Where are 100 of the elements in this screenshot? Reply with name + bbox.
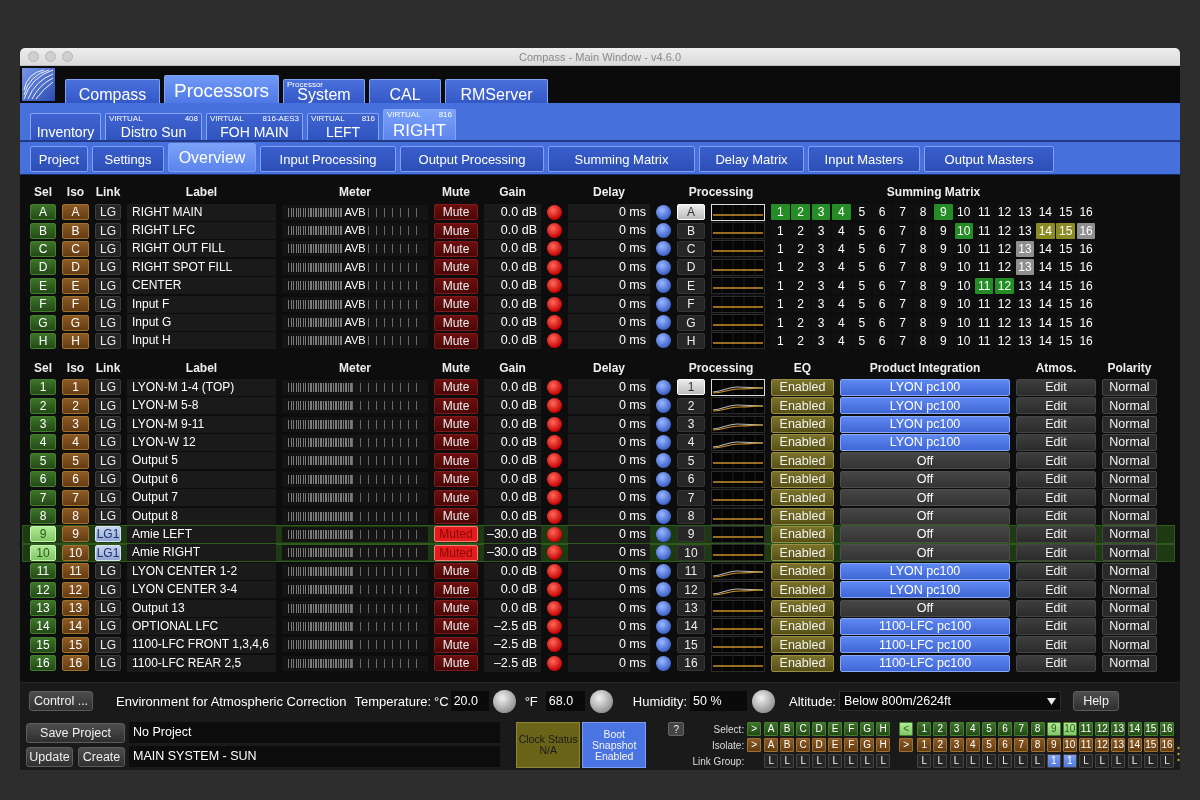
quick-output-button[interactable]: 2 xyxy=(933,738,948,752)
delay-field[interactable]: 0 ms xyxy=(568,277,650,295)
eq-button[interactable]: Enabled xyxy=(771,452,834,470)
quick-output-button[interactable]: 10 xyxy=(1062,722,1077,736)
quick-output-button[interactable]: 1 xyxy=(1046,754,1061,768)
isolate-button[interactable]: 5 xyxy=(62,452,89,469)
polarity-button[interactable]: Normal xyxy=(1102,397,1157,415)
update-button[interactable]: Update xyxy=(26,746,73,767)
gain-field[interactable]: 0.0 dB xyxy=(484,203,541,221)
isolate-button[interactable]: 12 xyxy=(62,581,89,598)
integration-button[interactable]: Off xyxy=(840,470,1010,488)
quick-input-button[interactable]: L xyxy=(860,754,875,768)
quick-input-button[interactable]: F xyxy=(844,738,859,752)
mute-button[interactable]: Mute xyxy=(434,636,478,653)
isolate-button[interactable]: 10 xyxy=(62,544,89,561)
quick-output-button[interactable]: 1 xyxy=(1062,754,1077,768)
quick-help-button[interactable]: ? xyxy=(668,722,685,736)
quick-input-button[interactable]: L xyxy=(780,754,795,768)
processing-button[interactable]: 2 xyxy=(677,397,705,414)
main-tab[interactable]: CAL xyxy=(369,79,441,103)
link-group-button[interactable]: LG xyxy=(95,204,121,221)
quick-toggle-button[interactable]: > xyxy=(899,738,914,752)
delay-field[interactable]: 0 ms xyxy=(568,636,650,654)
select-button[interactable]: 13 xyxy=(30,600,56,616)
delay-field[interactable]: 0 ms xyxy=(568,525,650,543)
integration-button[interactable]: 1100-LFC pc100 xyxy=(840,654,1010,672)
matrix-toggle[interactable]: 12 xyxy=(995,277,1014,294)
eq-button[interactable]: Enabled xyxy=(771,562,834,580)
atmos-edit-button[interactable]: Edit xyxy=(1016,378,1096,396)
atmos-edit-button[interactable]: Edit xyxy=(1016,397,1096,415)
quick-input-button[interactable]: A xyxy=(764,722,779,736)
link-group-button[interactable]: LG1 xyxy=(95,526,121,543)
quick-input-button[interactable]: G xyxy=(860,738,875,752)
link-group-button[interactable]: LG xyxy=(95,508,121,525)
quick-output-button[interactable]: L xyxy=(949,754,964,768)
polarity-button[interactable]: Normal xyxy=(1102,378,1157,396)
quick-input-button[interactable]: L xyxy=(844,754,859,768)
select-button[interactable]: 2 xyxy=(30,397,56,414)
quick-output-button[interactable]: 13 xyxy=(1111,722,1126,736)
delay-field[interactable]: 0 ms xyxy=(568,203,650,221)
atmos-edit-button[interactable]: Edit xyxy=(1016,470,1096,488)
quick-input-button[interactable]: B xyxy=(780,722,795,736)
delay-field[interactable]: 0 ms xyxy=(568,295,650,313)
delay-field[interactable]: 0 ms xyxy=(568,617,650,635)
integration-button[interactable]: Off xyxy=(840,489,1010,507)
matrix-toggle[interactable]: 2 xyxy=(791,204,810,221)
atmos-edit-button[interactable]: Edit xyxy=(1016,489,1096,507)
gain-field[interactable]: 0.0 dB xyxy=(484,599,541,617)
integration-button[interactable]: LYON pc100 xyxy=(840,415,1010,433)
quick-toggle-button[interactable]: < xyxy=(899,722,914,736)
mute-button[interactable]: Mute xyxy=(434,581,478,598)
isolate-button[interactable]: 3 xyxy=(62,416,89,433)
isolate-button[interactable]: G xyxy=(62,314,89,331)
gain-field[interactable]: 0.0 dB xyxy=(484,397,541,415)
processing-button[interactable]: 10 xyxy=(677,544,705,561)
processing-button[interactable]: 12 xyxy=(677,581,705,598)
polarity-button[interactable]: Normal xyxy=(1102,434,1157,451)
quick-input-button[interactable]: E xyxy=(828,738,843,752)
matrix-toggle[interactable]: 4 xyxy=(832,204,851,221)
mute-button[interactable]: Mute xyxy=(434,471,478,488)
mute-button[interactable]: Mute xyxy=(434,332,478,349)
atmos-edit-button[interactable]: Edit xyxy=(1016,415,1096,433)
quick-input-button[interactable]: L xyxy=(876,754,891,768)
atmos-edit-button[interactable]: Edit xyxy=(1016,599,1096,617)
eq-button[interactable]: Enabled xyxy=(771,581,834,599)
delay-field[interactable]: 0 ms xyxy=(568,581,650,599)
mute-button[interactable]: Mute xyxy=(434,508,478,525)
gain-field[interactable]: 0.0 dB xyxy=(484,562,541,580)
mute-button[interactable]: Mute xyxy=(434,204,478,221)
gain-field[interactable]: 0.0 dB xyxy=(484,240,541,258)
quick-output-button[interactable]: 4 xyxy=(965,722,980,736)
atmos-edit-button[interactable]: Edit xyxy=(1016,636,1096,654)
atmos-edit-button[interactable]: Edit xyxy=(1016,654,1096,672)
mute-button[interactable]: Mute xyxy=(434,296,478,313)
main-tab[interactable]: RMServer xyxy=(445,79,548,103)
mute-button[interactable]: Mute xyxy=(434,240,478,257)
eq-button[interactable]: Enabled xyxy=(771,525,834,543)
matrix-toggle[interactable]: 3 xyxy=(811,204,831,221)
quick-output-button[interactable]: L xyxy=(1095,754,1110,768)
gain-field[interactable]: –2.5 dB xyxy=(484,617,541,635)
eq-button[interactable]: Enabled xyxy=(771,434,834,451)
delay-field[interactable]: 0 ms xyxy=(568,258,650,276)
processor-tab[interactable]: VIRTUAL 816-AES3 FOH MAIN xyxy=(206,113,303,140)
quick-output-button[interactable]: 5 xyxy=(981,738,996,752)
polarity-button[interactable]: Normal xyxy=(1102,636,1157,654)
quick-input-button[interactable]: L xyxy=(764,754,779,768)
eq-button[interactable]: Enabled xyxy=(771,544,834,562)
quick-output-button[interactable]: L xyxy=(1111,754,1126,768)
quick-output-button[interactable]: 4 xyxy=(965,738,980,752)
select-button[interactable]: A xyxy=(30,204,56,221)
eq-button[interactable]: Enabled xyxy=(771,654,834,672)
eq-button[interactable]: Enabled xyxy=(771,470,834,488)
processor-tab[interactable]: VIRTUAL 408 Distro Sun xyxy=(105,113,202,140)
polarity-button[interactable]: Normal xyxy=(1102,415,1157,433)
delay-field[interactable]: 0 ms xyxy=(568,332,650,350)
isolate-button[interactable]: 15 xyxy=(62,636,89,653)
view-tab[interactable]: Input Masters xyxy=(808,146,920,172)
integration-button[interactable]: LYON pc100 xyxy=(840,581,1010,599)
delay-field[interactable]: 0 ms xyxy=(568,222,650,240)
processing-button[interactable]: B xyxy=(677,222,705,239)
